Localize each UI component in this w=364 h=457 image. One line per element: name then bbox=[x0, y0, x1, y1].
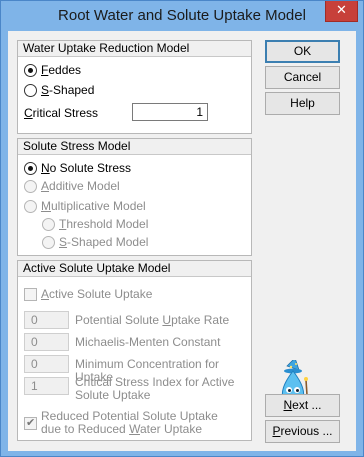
minimum-concentration-input[interactable]: 0 bbox=[24, 355, 69, 373]
critical-stress-index-label: Critical Stress Index for Active Solute … bbox=[75, 375, 235, 402]
radio-no-solute-stress-indicator[interactable] bbox=[24, 161, 37, 175]
ok-button[interactable]: OK bbox=[265, 40, 340, 63]
active-uptake-group: Active Solute Uptake Model Active Solute… bbox=[17, 260, 252, 441]
radio-no-solute-stress[interactable]: No Solute Stress bbox=[24, 160, 131, 176]
radio-no-solute-stress-label: No Solute Stress bbox=[41, 161, 132, 175]
radio-additive-model[interactable]: Additive Model bbox=[24, 178, 120, 194]
solute-stress-header: Solute Stress Model bbox=[18, 139, 251, 155]
cancel-button[interactable]: Cancel bbox=[265, 66, 340, 89]
reduced-uptake-label: Reduced Potential Solute Uptake due to R… bbox=[41, 409, 218, 436]
radio-threshold-indicator[interactable] bbox=[42, 217, 55, 231]
radio-s-shaped-label: S-Shaped bbox=[41, 83, 95, 97]
help-button[interactable]: Help bbox=[265, 92, 340, 115]
michaelis-menten-label: Michaelis-Menten Constant bbox=[75, 335, 221, 349]
dialog-client-area: Water Uptake Reduction Model Feddes S-Sh… bbox=[8, 31, 356, 451]
radio-s-shaped-model-label: S-Shaped Model bbox=[59, 235, 149, 249]
radio-multiplicative-label: Multiplicative Model bbox=[41, 199, 146, 213]
critical-stress-input[interactable]: 1 bbox=[132, 103, 208, 121]
radio-additive-label: Additive Model bbox=[41, 179, 120, 193]
radio-multiplicative-indicator[interactable] bbox=[24, 199, 37, 213]
dialog-window: Root Water and Solute Uptake Model ✕ Wat… bbox=[0, 0, 364, 457]
radio-s-shaped[interactable]: S-Shaped bbox=[24, 82, 94, 98]
radio-feddes[interactable]: Feddes bbox=[24, 62, 81, 78]
previous-button[interactable]: Previous ... bbox=[265, 420, 340, 443]
potential-uptake-rate-input[interactable]: 0 bbox=[24, 311, 69, 329]
reduced-uptake-checkbox[interactable]: Reduced Potential Solute Uptake due to R… bbox=[24, 409, 218, 437]
radio-additive-indicator[interactable] bbox=[24, 179, 37, 193]
close-button[interactable]: ✕ bbox=[325, 1, 358, 22]
active-uptake-header: Active Solute Uptake Model bbox=[18, 261, 251, 277]
potential-uptake-rate-label: Potential Solute Uptake Rate bbox=[75, 313, 230, 327]
water-uptake-header: Water Uptake Reduction Model bbox=[18, 41, 251, 57]
water-uptake-group: Water Uptake Reduction Model Feddes S-Sh… bbox=[17, 40, 252, 134]
reduced-uptake-box[interactable] bbox=[24, 416, 37, 430]
radio-feddes-label: Feddes bbox=[41, 63, 82, 77]
radio-s-shaped-model[interactable]: S-Shaped Model bbox=[42, 234, 148, 250]
radio-s-shaped-indicator[interactable] bbox=[24, 83, 37, 97]
window-title: Root Water and Solute Uptake Model bbox=[58, 7, 306, 24]
solute-stress-group: Solute Stress Model No Solute Stress Add… bbox=[17, 138, 252, 256]
radio-feddes-indicator[interactable] bbox=[24, 63, 37, 77]
active-solute-uptake-checkbox[interactable]: Active Solute Uptake bbox=[24, 286, 152, 302]
active-solute-uptake-box[interactable] bbox=[24, 287, 37, 301]
active-solute-uptake-label: Active Solute Uptake bbox=[41, 287, 153, 301]
radio-threshold-model[interactable]: Threshold Model bbox=[42, 216, 148, 232]
critical-stress-index-input[interactable]: 1 bbox=[24, 377, 69, 395]
michaelis-menten-input[interactable]: 0 bbox=[24, 333, 69, 351]
radio-threshold-label: Threshold Model bbox=[59, 217, 149, 231]
radio-s-shaped-model-indicator[interactable] bbox=[42, 235, 55, 249]
critical-stress-label: Critical Stress bbox=[24, 106, 99, 120]
radio-multiplicative-model[interactable]: Multiplicative Model bbox=[24, 198, 146, 214]
next-button[interactable]: Next ... bbox=[265, 394, 340, 417]
